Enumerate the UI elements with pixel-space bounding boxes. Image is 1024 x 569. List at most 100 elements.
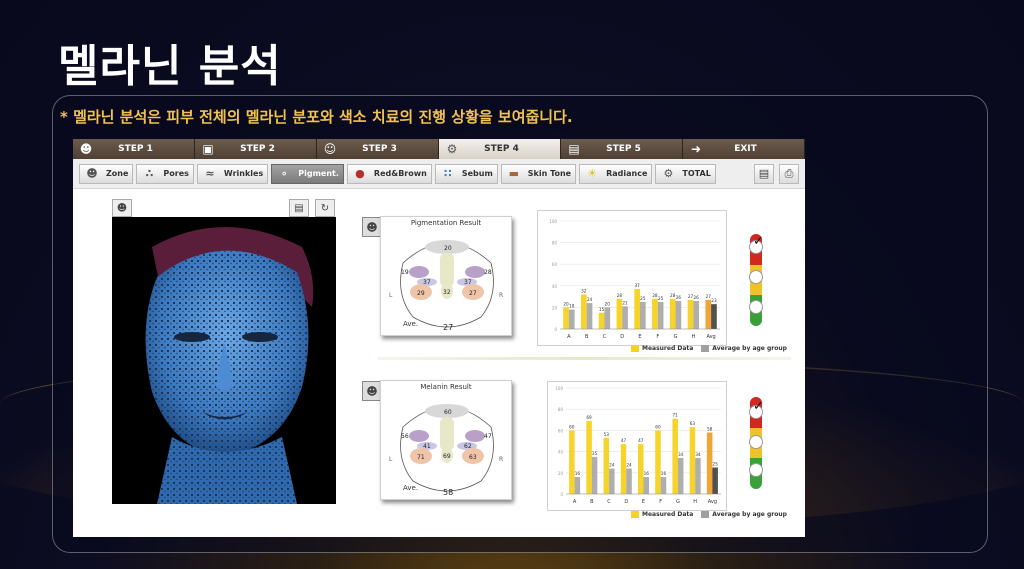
- page-title: 멜라닌 분석: [58, 41, 282, 92]
- save-icon: ▤: [294, 202, 304, 214]
- bar-average-label: 26: [676, 295, 682, 300]
- bar-measured-label: 53: [604, 432, 610, 437]
- bar-average: [712, 467, 718, 494]
- step-3-tab[interactable]: ☺ STEP 3: [317, 139, 439, 159]
- sebum-button[interactable]: ∷ Sebum: [434, 163, 498, 184]
- side-left: L: [389, 456, 393, 463]
- pigmentation-face-map: 20 19 28 37 37 29 27 32 L R: [389, 240, 503, 328]
- camera-icon: ▣: [202, 142, 214, 156]
- bar-measured-label: 58: [707, 427, 713, 432]
- tool-label: Zone: [106, 169, 129, 178]
- y-tick-label: 0: [554, 327, 557, 332]
- legend-average: Average by age group: [701, 511, 787, 518]
- x-tick-label: E: [642, 499, 645, 505]
- bar-measured: [687, 299, 694, 329]
- analysis-toolbar: ☻ Zone ∴ Pores ≈ Wrinkles ∘ Pigment. ● Red&Br…: [73, 159, 805, 189]
- exit-label: EXIT: [734, 144, 757, 154]
- zone-left-cheek: 71: [417, 454, 425, 461]
- step-label: STEP 2: [240, 144, 275, 154]
- melanin-face-icon[interactable]: ☻: [362, 381, 382, 401]
- melanin-avg-label: Ave.: [403, 484, 419, 492]
- pigment-button[interactable]: ∘ Pigment.: [271, 163, 344, 184]
- status-dot-low: [749, 300, 763, 314]
- step-label: STEP 1: [118, 144, 153, 154]
- x-tick-label: F: [656, 334, 659, 340]
- melanin-spots: [145, 250, 309, 457]
- status-dot-low: [749, 463, 763, 477]
- bar-measured-label: 32: [581, 288, 587, 293]
- skin-tone-button[interactable]: ▬ Skin Tone: [500, 163, 577, 184]
- print-button[interactable]: ⎙: [779, 163, 799, 184]
- bar-average: [640, 302, 646, 329]
- radiance-icon: ☀: [587, 167, 598, 180]
- bar-average: [591, 456, 598, 494]
- legend-average-label: Average by age group: [712, 345, 787, 352]
- melanin-face-map: 60 56 47 41 62 71 63 69 L R: [389, 404, 503, 492]
- pigmentation-chart: 0 20 40 60 80 100 20 18 A 32 24 B 15 20 C 28 21 D 37 25 E 28 2…: [537, 210, 727, 346]
- radiance-button[interactable]: ☀ Radiance: [579, 163, 653, 184]
- total-button[interactable]: ⚙ TOTAL: [655, 163, 716, 184]
- face-illustration: [145, 227, 314, 504]
- bar-measured: [652, 298, 658, 329]
- bar-average-label: 16: [644, 471, 650, 476]
- legend-average: Average by age group: [701, 345, 787, 352]
- pores-button[interactable]: ∴ Pores: [136, 163, 194, 184]
- page-subtitle: * 멜라닌 분석은 피부 전체의 멜라닌 분포와 색소 치료의 진행 상황을 보…: [60, 108, 573, 126]
- x-tick-label: F: [659, 499, 662, 505]
- zone-button[interactable]: ☻ Zone: [79, 163, 134, 184]
- y-tick-label: 100: [555, 386, 563, 391]
- pigmentation-face-icon[interactable]: ☻: [362, 217, 382, 237]
- red-brown-button[interactable]: ● Red&Brown: [346, 163, 432, 184]
- bar-measured: [598, 312, 605, 329]
- zone-left-cheek: 29: [417, 290, 425, 297]
- bar-average: [677, 457, 684, 494]
- side-left: L: [389, 292, 393, 299]
- tool-label: Sebum: [461, 169, 493, 178]
- bar-measured: [569, 430, 575, 494]
- x-tick-label: H: [693, 499, 697, 505]
- pigmentation-avg-value: 27: [443, 323, 454, 332]
- bar-average: [622, 306, 628, 329]
- x-tick-label: G: [674, 334, 678, 340]
- step-5-tab[interactable]: ▤ STEP 5: [561, 139, 683, 159]
- bar-average-label: 21: [622, 300, 628, 305]
- check-icon: ✓: [753, 399, 764, 414]
- x-tick-label: H: [691, 334, 695, 340]
- pigmentation-bar-chart: 02040608010020 18A3224B1520C2821D3725E282…: [549, 219, 720, 340]
- zone-right-under: 37: [464, 279, 472, 286]
- total-icon: ⚙: [663, 167, 674, 180]
- bar-average-label: 35: [592, 451, 598, 456]
- x-tick-label: Avg: [706, 334, 715, 340]
- face-view-button[interactable]: ☻: [112, 199, 132, 217]
- red-brown-icon: ●: [355, 167, 365, 180]
- y-tick-label: 20: [552, 305, 558, 310]
- exit-button[interactable]: ➜ EXIT: [683, 139, 805, 159]
- person-icon: ☺: [323, 142, 337, 156]
- bar-average: [568, 309, 575, 329]
- step-2-tab[interactable]: ▣ STEP 2: [195, 139, 317, 159]
- bar-average: [693, 300, 700, 329]
- step-label: STEP 3: [362, 144, 397, 154]
- x-tick-label: B: [585, 334, 589, 340]
- bar-measured: [620, 444, 627, 494]
- face-save-button[interactable]: ▤: [289, 199, 309, 217]
- bar-average: [609, 468, 615, 494]
- wrinkles-icon: ≈: [205, 167, 215, 180]
- report-icon: ▤: [568, 142, 580, 156]
- bar-average-label: 20: [605, 301, 611, 306]
- save-button[interactable]: ▤: [754, 163, 774, 184]
- melanin-result-card: Melanin Result 60 56 47 41 62 71 63 69 L…: [380, 380, 512, 500]
- bar-average-label: 24: [609, 463, 615, 468]
- face-rotate-button[interactable]: ↻: [315, 199, 335, 217]
- bar-average: [586, 303, 593, 329]
- wrinkles-button[interactable]: ≈ Wrinkles: [196, 163, 269, 184]
- right-eye: [242, 332, 278, 342]
- zone-right-eye: 28: [484, 269, 492, 276]
- bar-measured: [580, 294, 587, 329]
- y-tick-label: 20: [558, 471, 564, 476]
- step-4-tab[interactable]: ⚙ STEP 4: [439, 139, 561, 159]
- bar-average-label: 24: [587, 297, 593, 302]
- legend-measured: Measured Data: [631, 345, 693, 352]
- bar-average: [675, 300, 682, 329]
- step-1-tab[interactable]: ☻ STEP 1: [73, 139, 195, 159]
